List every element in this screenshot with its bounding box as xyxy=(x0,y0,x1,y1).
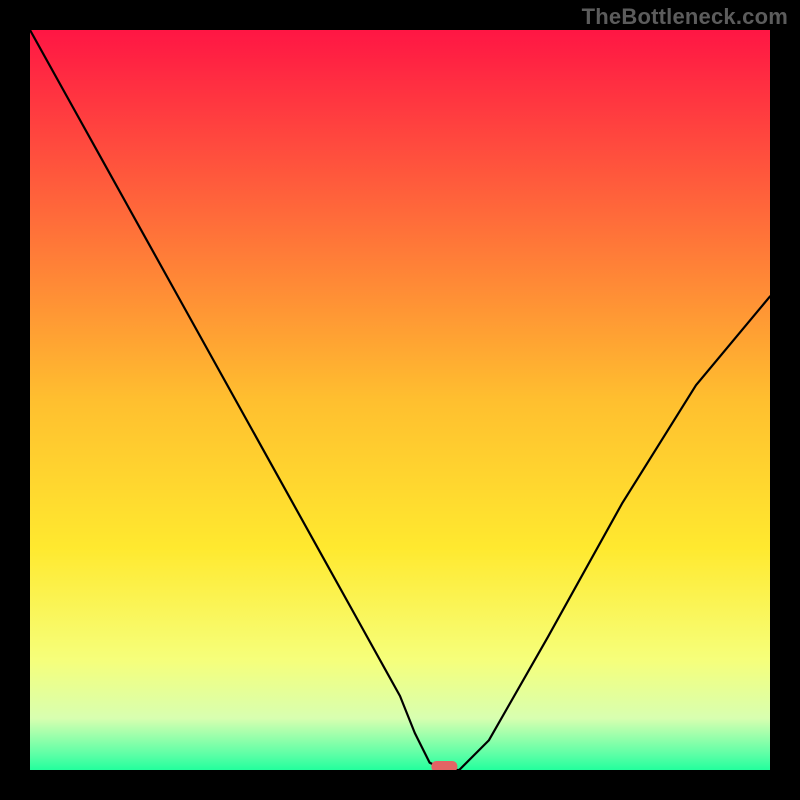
chart-svg xyxy=(30,30,770,770)
watermark-text: TheBottleneck.com xyxy=(582,4,788,30)
plot-area xyxy=(30,30,770,770)
optimal-point-marker xyxy=(431,761,457,770)
gradient-background xyxy=(30,30,770,770)
chart-frame: TheBottleneck.com xyxy=(0,0,800,800)
